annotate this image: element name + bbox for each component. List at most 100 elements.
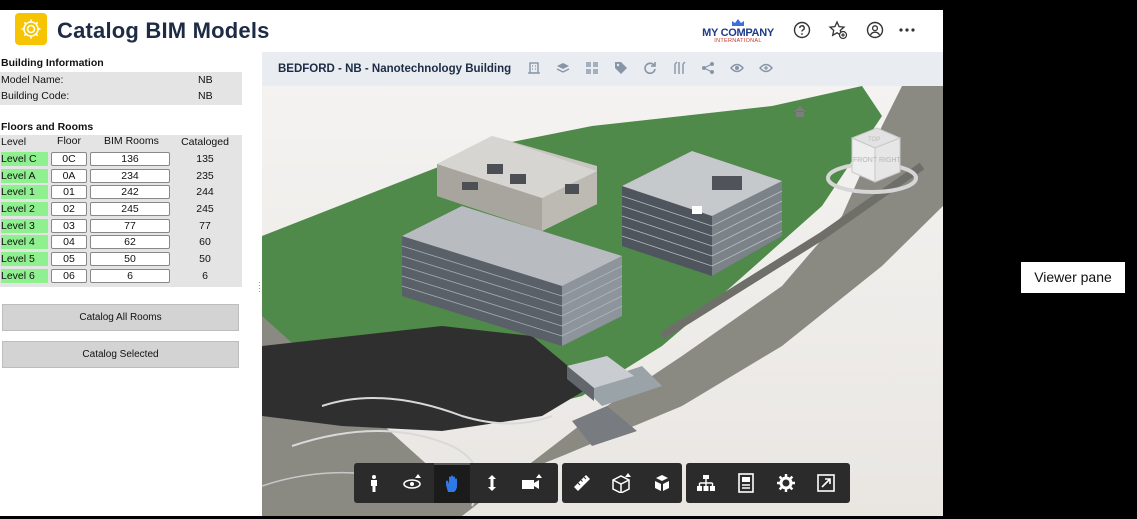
company-logo: MY COMPANY INTERNATIONAL <box>700 18 776 44</box>
cataloged-cell: 6 <box>202 269 208 282</box>
floor-field[interactable]: 03 <box>51 218 87 233</box>
model-browser-icon[interactable] <box>688 463 724 503</box>
account-icon[interactable] <box>865 20 885 40</box>
level-cell[interactable]: Level 2 <box>1 202 48 217</box>
viewer-header: BEDFORD - NB - Nanotechnology Building <box>262 52 943 86</box>
viewcube[interactable]: TOP FRONT RIGHT <box>822 114 922 204</box>
floor-field[interactable]: 0A <box>51 168 87 183</box>
eye-alt-icon[interactable] <box>759 61 773 75</box>
dolly-icon[interactable] <box>474 463 510 503</box>
level-cell[interactable]: Level 5 <box>1 252 48 267</box>
orbit-icon[interactable] <box>395 463 431 503</box>
walk-icon[interactable] <box>356 463 392 503</box>
grid-icon[interactable] <box>585 61 599 75</box>
gear-icon[interactable] <box>15 13 47 45</box>
building-icon[interactable] <box>527 61 541 75</box>
section-icon[interactable] <box>604 463 640 503</box>
catalog-all-rooms-button[interactable]: Catalog All Rooms <box>2 304 239 331</box>
table-row[interactable]: Level 5 05 50 50 <box>0 251 242 268</box>
page-title: Catalog BIM Models <box>57 18 270 43</box>
table-row[interactable]: Level C 0C 136 135 <box>0 151 242 168</box>
level-cell[interactable]: Level 4 <box>1 235 48 250</box>
camera-icon[interactable] <box>514 463 550 503</box>
level-cell[interactable]: Level A <box>1 168 48 183</box>
floor-field[interactable]: 0C <box>51 152 87 166</box>
bim-rooms-field[interactable]: 62 <box>90 235 170 250</box>
viewer-pane-annotation: Viewer pane <box>1021 262 1125 293</box>
cataloged-cell: 244 <box>196 186 214 199</box>
model-name-row: Model Name: NB <box>0 72 242 88</box>
building-code-row: Building Code: NB <box>0 88 242 104</box>
bim-rooms-field[interactable]: 242 <box>90 185 170 200</box>
navigation-toolbar <box>354 463 558 503</box>
analysis-toolbar <box>562 463 682 503</box>
favorite-add-icon[interactable] <box>828 20 848 40</box>
pan-icon[interactable] <box>434 463 470 503</box>
settings-icon[interactable] <box>768 463 804 503</box>
more-icon[interactable] <box>897 20 917 40</box>
level-cell[interactable]: Level 1 <box>1 185 48 200</box>
help-icon[interactable] <box>792 20 812 40</box>
company-crown-icon <box>732 19 744 26</box>
layers-icon[interactable] <box>556 61 570 75</box>
eye-icon[interactable] <box>730 61 744 75</box>
bim-rooms-field[interactable]: 136 <box>90 152 170 166</box>
building-info-title: Building Information <box>1 57 104 69</box>
bim-rooms-field[interactable]: 234 <box>90 168 170 183</box>
panel-splitter-handle[interactable] <box>258 280 261 300</box>
fullscreen-icon[interactable] <box>808 463 844 503</box>
tools-toolbar <box>686 463 850 503</box>
properties-icon[interactable] <box>728 463 764 503</box>
viewcube-right-label: RIGHT <box>879 157 902 164</box>
table-row[interactable]: Level 6 06 6 6 <box>0 268 242 285</box>
floor-field[interactable]: 02 <box>51 202 87 217</box>
viewcube-top-label: TOP <box>868 137 880 143</box>
share-icon[interactable] <box>701 61 715 75</box>
home-icon[interactable] <box>792 104 808 120</box>
floor-field[interactable]: 06 <box>51 268 87 283</box>
bim-rooms-field[interactable]: 6 <box>90 268 170 283</box>
tag-icon[interactable] <box>614 61 628 75</box>
viewer-pane[interactable]: BEDFORD - NB - Nanotechnology Building T… <box>262 52 943 516</box>
bim-rooms-field[interactable]: 77 <box>90 218 170 233</box>
floors-table: Level Floor BIM Rooms Cataloged Level C … <box>0 135 242 287</box>
building-info-box: Model Name: NB Building Code: NB <box>0 72 242 105</box>
level-cell[interactable]: Level 6 <box>1 268 48 283</box>
cataloged-cell: 135 <box>196 153 214 165</box>
viewcube-front-label: FRONT <box>853 157 878 164</box>
measure-icon[interactable] <box>564 463 600 503</box>
building-code-value: NB <box>198 90 213 102</box>
floor-field[interactable]: 01 <box>51 185 87 200</box>
bim-rooms-field[interactable]: 245 <box>90 202 170 217</box>
header-floor: Floor <box>57 135 81 147</box>
table-row[interactable]: Level 3 03 77 77 <box>0 218 242 235</box>
cataloged-cell: 60 <box>199 236 211 249</box>
split-icon[interactable] <box>672 61 686 75</box>
table-row[interactable]: Level 2 02 245 245 <box>0 201 242 218</box>
building-code-label: Building Code: <box>1 90 70 102</box>
table-row[interactable]: Level A 0A 234 235 <box>0 168 242 185</box>
cataloged-cell: 245 <box>196 203 214 216</box>
header-cataloged: Cataloged <box>181 136 229 148</box>
floor-field[interactable]: 05 <box>51 252 87 267</box>
table-row[interactable]: Level 1 01 242 244 <box>0 184 242 201</box>
table-row[interactable]: Level 4 04 62 60 <box>0 234 242 251</box>
floor-field[interactable]: 04 <box>51 235 87 250</box>
cataloged-cell: 235 <box>196 169 214 182</box>
app-header: Catalog BIM Models MY COMPANY INTERNATIO… <box>0 10 943 52</box>
left-panel: Building Information Model Name: NB Buil… <box>0 52 258 516</box>
level-cell[interactable]: Level C <box>1 152 48 166</box>
cataloged-cell: 77 <box>199 219 211 232</box>
app-frame: Catalog BIM Models MY COMPANY INTERNATIO… <box>0 10 943 516</box>
header-bim-rooms: BIM Rooms <box>104 135 159 147</box>
catalog-selected-button[interactable]: Catalog Selected <box>2 341 239 368</box>
cataloged-cell: 50 <box>199 253 211 266</box>
explode-icon[interactable] <box>644 463 680 503</box>
model-name-label: Model Name: <box>1 74 64 86</box>
header-level: Level <box>1 136 27 148</box>
level-cell[interactable]: Level 3 <box>1 218 48 233</box>
refresh-icon[interactable] <box>643 61 657 75</box>
bim-rooms-field[interactable]: 50 <box>90 252 170 267</box>
floors-rooms-title: Floors and Rooms <box>1 121 94 133</box>
floors-table-header: Level Floor BIM Rooms Cataloged <box>0 135 242 151</box>
